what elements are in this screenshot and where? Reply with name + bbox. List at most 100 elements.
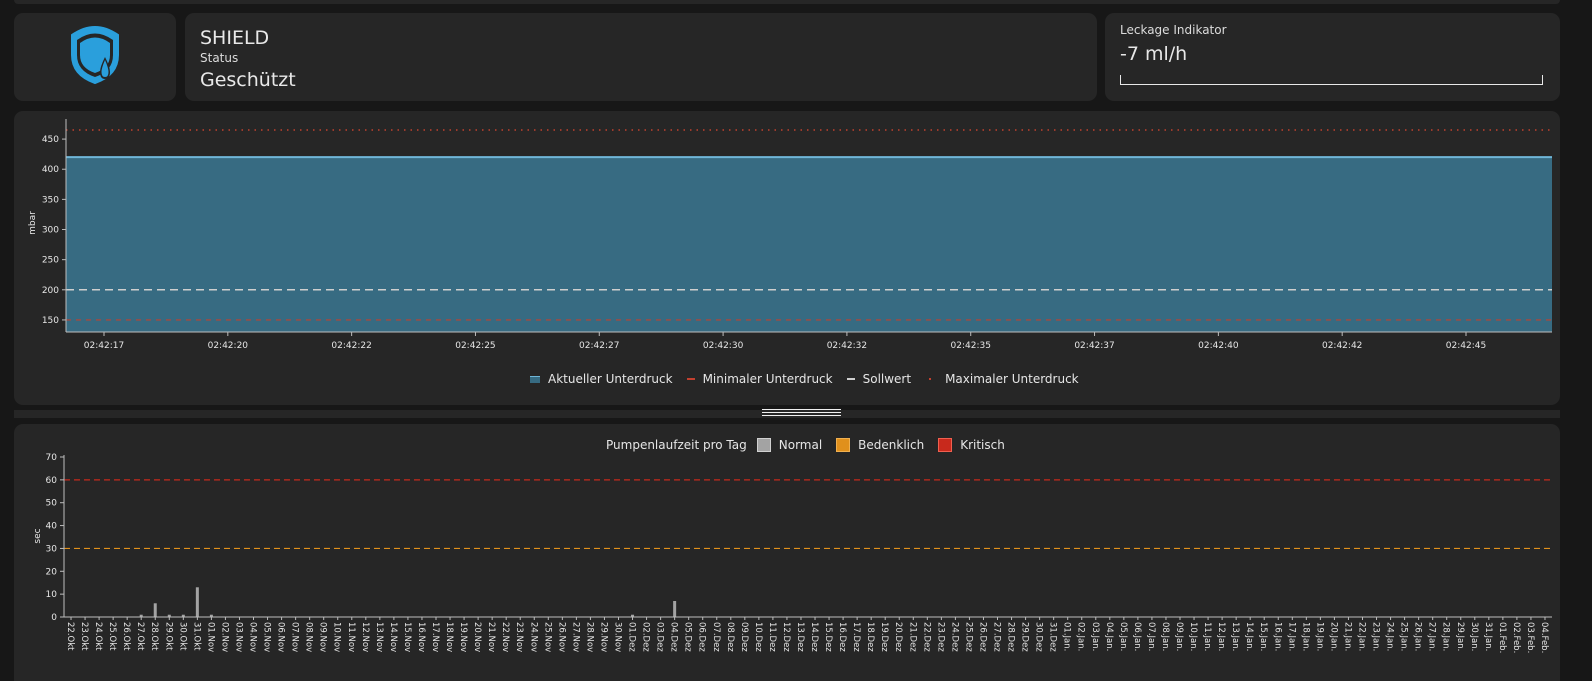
pump-x-tick-label: 10.Nov bbox=[332, 622, 342, 652]
pump-x-tick-label: 01.Feb. bbox=[1497, 622, 1507, 653]
pump-x-tick-label: 02.Dez bbox=[641, 622, 651, 652]
pump-y-tick-label: 30 bbox=[46, 544, 58, 554]
pump-x-tick-label: 07.Nov bbox=[290, 622, 300, 652]
pump-x-tick-label: 23.Okt bbox=[79, 622, 89, 651]
pressure-x-tick-label: 02:42:32 bbox=[827, 341, 867, 351]
pump-x-tick-label: 27.Jan. bbox=[1427, 622, 1437, 651]
pump-x-tick-label: 28.Dez bbox=[1006, 622, 1016, 652]
pump-x-tick-label: 11.Dez bbox=[767, 622, 777, 652]
legend-label-setpoint: Sollwert bbox=[862, 372, 912, 386]
pump-x-tick-label: 14.Nov bbox=[388, 622, 398, 652]
pump-x-tick-label: 17.Jan. bbox=[1286, 622, 1296, 651]
pump-x-tick-label: 27.Nov bbox=[570, 622, 580, 652]
pump-x-tick-label: 08.Dez bbox=[725, 622, 735, 652]
pressure-x-tick-label: 02:42:25 bbox=[455, 341, 495, 351]
pump-x-tick-label: 25.Okt bbox=[107, 622, 117, 651]
pump-x-tick-label: 14.Dez bbox=[809, 622, 819, 652]
pump-bar bbox=[673, 601, 677, 617]
legend-item-min[interactable]: Minimaler Unterdruck bbox=[686, 372, 833, 386]
pump-x-tick-label: 03.Dez bbox=[655, 622, 665, 652]
pressure-x-tick-label: 02:42:42 bbox=[1322, 341, 1362, 351]
pump-x-tick-label: 09.Dez bbox=[739, 622, 749, 652]
pump-x-tick-label: 21.Jan. bbox=[1342, 622, 1352, 651]
pump-x-tick-label: 09.Jan. bbox=[1174, 622, 1184, 651]
pump-x-tick-label: 01.Jan. bbox=[1062, 622, 1072, 651]
pressure-y-tick-label: 150 bbox=[42, 316, 59, 326]
pump-x-tick-label: 15.Jan. bbox=[1258, 622, 1268, 651]
pump-x-tick-label: 15.Dez bbox=[823, 622, 833, 652]
pump-x-tick-label: 31.Okt bbox=[191, 622, 201, 651]
pump-x-tick-label: 30.Dez bbox=[1034, 622, 1044, 652]
pump-x-tick-label: 12.Jan. bbox=[1216, 622, 1226, 651]
pump-x-tick-label: 12.Dez bbox=[781, 622, 791, 652]
pump-x-tick-label: 22.Nov bbox=[500, 622, 510, 652]
leak-indicator-label: Leckage Indikator bbox=[1120, 23, 1227, 37]
pump-x-tick-label: 28.Jan. bbox=[1441, 622, 1451, 651]
pump-x-tick-label: 20.Nov bbox=[472, 622, 482, 652]
pressure-y-tick-label: 450 bbox=[42, 135, 59, 145]
pump-x-tick-label: 24.Dez bbox=[949, 622, 959, 652]
pressure-legend: Aktueller Unterdruck Minimaler Unterdruc… bbox=[530, 372, 1093, 386]
pump-x-tick-label: 22.Jan. bbox=[1356, 622, 1366, 651]
pump-x-tick-label: 04.Feb. bbox=[1539, 622, 1549, 653]
pressure-x-tick-label: 02:42:27 bbox=[579, 341, 619, 351]
pump-x-tick-label: 26.Dez bbox=[977, 622, 987, 652]
legend-item-max[interactable]: Maximaler Unterdruck bbox=[925, 372, 1079, 386]
pressure-y-axis-label: mbar bbox=[28, 211, 38, 235]
pressure-x-tick-label: 02:42:17 bbox=[84, 341, 124, 351]
pump-y-tick-label: 50 bbox=[46, 499, 58, 509]
legend-item-setpoint[interactable]: Sollwert bbox=[846, 372, 912, 386]
pump-x-tick-label: 01.Dez bbox=[627, 622, 637, 652]
pump-x-tick-label: 02.Feb. bbox=[1511, 622, 1521, 653]
pump-x-tick-label: 13.Jan. bbox=[1230, 622, 1240, 651]
pump-x-tick-label: 31.Dez bbox=[1048, 622, 1058, 652]
pump-x-tick-label: 14.Jan. bbox=[1244, 622, 1254, 651]
pump-x-tick-label: 23.Nov bbox=[514, 622, 524, 652]
pump-runtime-card: Pumpenlaufzeit pro Tag Normal Bedenklich… bbox=[14, 424, 1560, 681]
pump-x-tick-label: 11.Jan. bbox=[1202, 622, 1212, 651]
legend-swatch-current bbox=[530, 375, 540, 383]
leak-indicator-card: Leckage Indikator -7 ml/h bbox=[1105, 13, 1560, 101]
pump-x-tick-label: 27.Okt bbox=[135, 622, 145, 651]
legend-swatch-setpoint bbox=[846, 378, 855, 380]
pump-x-tick-label: 25.Jan. bbox=[1399, 622, 1409, 651]
pump-x-tick-label: 29.Dez bbox=[1020, 622, 1030, 652]
pump-x-tick-label: 21.Dez bbox=[907, 622, 917, 652]
pump-y-tick-label: 20 bbox=[46, 567, 58, 577]
pump-x-tick-label: 31.Jan. bbox=[1483, 622, 1493, 651]
pump-x-tick-label: 08.Jan. bbox=[1160, 622, 1170, 651]
pressure-x-tick-label: 02:42:22 bbox=[331, 341, 371, 351]
pressure-x-tick-label: 02:42:35 bbox=[951, 341, 991, 351]
pump-x-tick-label: 29.Okt bbox=[163, 622, 173, 651]
pump-x-tick-label: 19.Nov bbox=[458, 622, 468, 652]
pump-x-tick-label: 30.Jan. bbox=[1469, 622, 1479, 651]
pump-x-tick-label: 23.Dez bbox=[935, 622, 945, 652]
pump-x-tick-label: 28.Okt bbox=[149, 622, 159, 651]
legend-label-current: Aktueller Unterdruck bbox=[548, 372, 673, 386]
pump-x-tick-label: 11.Nov bbox=[346, 622, 356, 652]
pump-x-tick-label: 26.Jan. bbox=[1413, 622, 1423, 651]
pump-x-tick-label: 21.Nov bbox=[486, 622, 496, 652]
pump-x-tick-label: 20.Jan. bbox=[1328, 622, 1338, 651]
pressure-y-tick-label: 300 bbox=[42, 226, 59, 236]
pump-x-tick-label: 02.Nov bbox=[219, 622, 229, 652]
pump-runtime-chart[interactable]: sec 0 10 20 30 40 50 60 70 22.Okt 23.Okt 24.Okt 25.… bbox=[14, 424, 1560, 681]
pump-x-tick-label: 05.Nov bbox=[262, 622, 272, 652]
pressure-x-tick-label: 02:42:30 bbox=[703, 341, 744, 351]
pump-x-tick-label: 04.Nov bbox=[248, 622, 258, 652]
legend-swatch-min bbox=[686, 378, 695, 380]
resize-grip-handle[interactable] bbox=[762, 409, 841, 418]
pump-y-tick-label: 0 bbox=[51, 613, 57, 623]
pump-x-tick-label: 19.Jan. bbox=[1314, 622, 1324, 651]
leak-indicator-value: -7 ml/h bbox=[1120, 43, 1188, 65]
pump-x-tick-label: 17.Dez bbox=[851, 622, 861, 652]
pump-x-tick-label: 29.Nov bbox=[598, 622, 608, 652]
pump-x-tick-label: 18.Dez bbox=[865, 622, 875, 652]
pump-y-tick-label: 60 bbox=[46, 476, 58, 486]
pump-y-tick-label: 40 bbox=[46, 522, 58, 532]
pressure-chart[interactable]: mbar 150 200 250 300 350 400 450 02:42:17 02:42:… bbox=[14, 111, 1560, 405]
pump-x-tick-label: 22.Okt bbox=[65, 622, 75, 651]
legend-item-current[interactable]: Aktueller Unterdruck bbox=[530, 372, 673, 386]
leak-indicator-bar bbox=[1120, 75, 1543, 85]
pressure-area bbox=[66, 157, 1552, 332]
